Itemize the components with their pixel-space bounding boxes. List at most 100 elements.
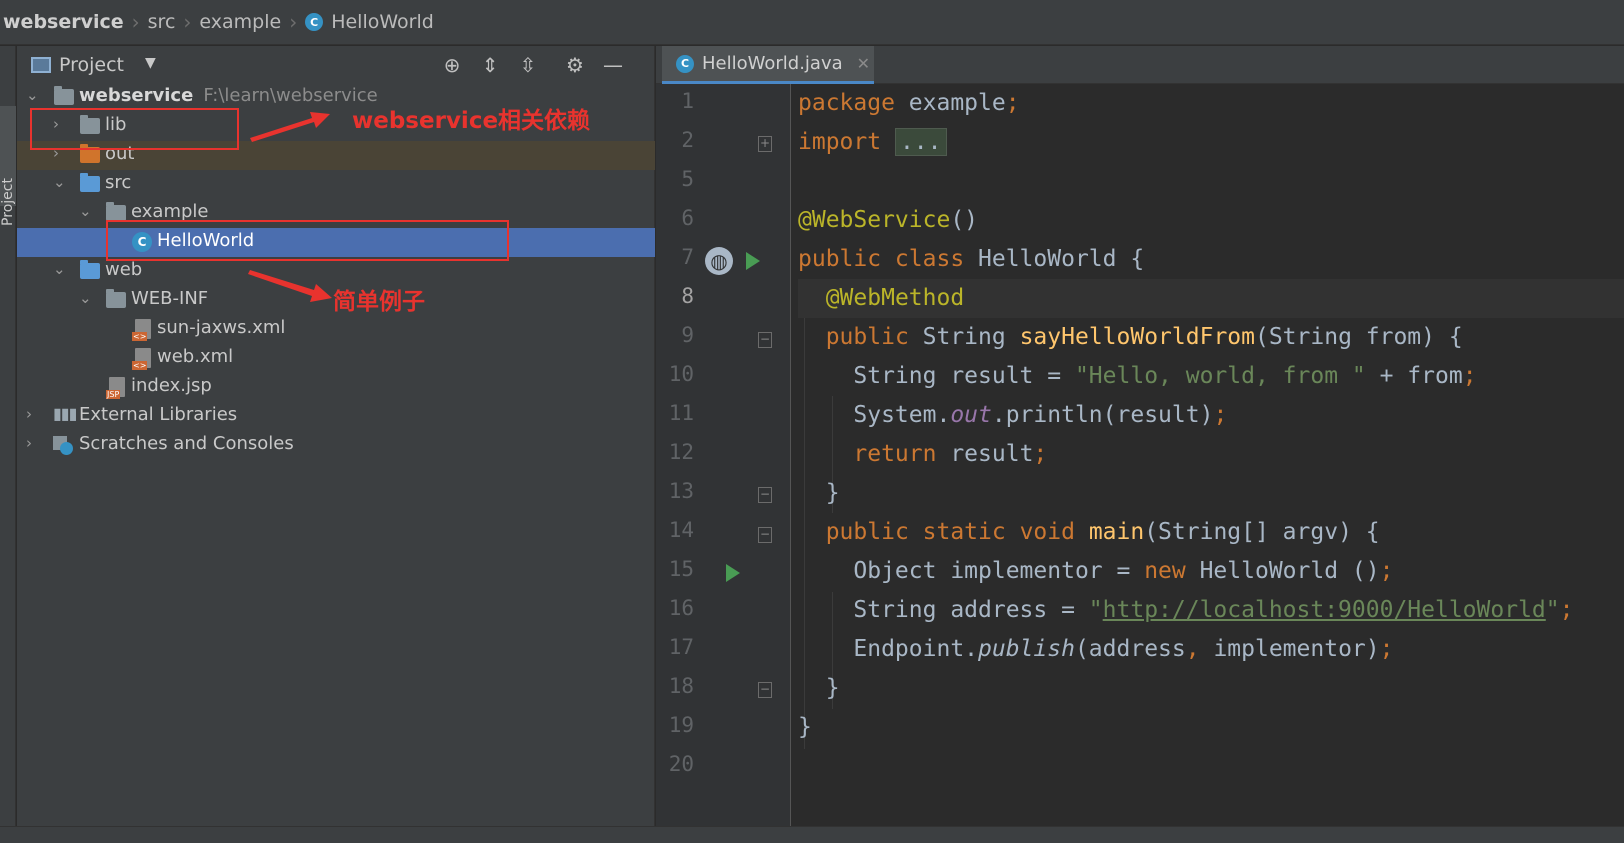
tree-item-src[interactable]: ⌄ src xyxy=(17,170,655,199)
line-number: 9 xyxy=(681,323,694,347)
folder-icon xyxy=(106,289,126,308)
line-number: 1 xyxy=(681,89,694,113)
editor-tab-bar: C HelloWorld.java ✕ xyxy=(656,46,1624,84)
line-number: 14 xyxy=(668,518,694,542)
chevron-down-icon[interactable]: ⌄ xyxy=(53,260,67,278)
breadcrumb-label: HelloWorld xyxy=(331,11,434,33)
line-number: 19 xyxy=(668,713,694,737)
status-bar xyxy=(0,826,1624,843)
line-number: 8 xyxy=(681,284,694,308)
tree-item-index-jsp[interactable]: JSP index.jsp xyxy=(17,373,655,402)
java-class-icon: C xyxy=(676,54,694,73)
code-line-10: String result = "Hello, world, from " + … xyxy=(853,363,1477,389)
fold-icon[interactable]: − xyxy=(758,487,772,503)
tree-item-label: web.xml xyxy=(157,346,234,367)
code-line-7: public class HelloWorld { xyxy=(798,246,1145,272)
chevron-right-icon: › xyxy=(183,10,192,34)
code-line-13: } xyxy=(825,480,840,506)
line-number: 17 xyxy=(668,635,694,659)
chevron-right-icon: › xyxy=(131,10,140,34)
tree-item-label: index.jsp xyxy=(131,375,212,396)
code-area[interactable]: package example; import ... @WebService(… xyxy=(798,84,1624,826)
chevron-down-icon[interactable]: ⌄ xyxy=(53,173,67,191)
fold-icon[interactable]: − xyxy=(758,332,772,348)
tree-item-sun-jaxws-xml[interactable]: <> sun-jaxws.xml xyxy=(17,315,655,344)
line-number: 5 xyxy=(681,167,694,191)
project-title[interactable]: Project xyxy=(59,54,124,76)
expand-all-icon[interactable]: ⇕ xyxy=(477,52,503,78)
code-line-9: public String sayHelloWorldFrom(String f… xyxy=(825,324,1463,350)
code-line-6: @WebService() xyxy=(798,207,979,233)
tool-window-strip: Project xyxy=(0,46,16,826)
tab-helloworld-java[interactable]: C HelloWorld.java ✕ xyxy=(662,46,874,84)
locate-icon[interactable]: ⊕ xyxy=(439,52,465,78)
code-line-14: public static void main(String[] argv) { xyxy=(825,519,1380,545)
line-number: 18 xyxy=(668,674,694,698)
tree-item-label: example xyxy=(131,201,209,222)
xml-file-icon: <> xyxy=(132,348,151,370)
breadcrumb-item-src[interactable]: src xyxy=(148,11,176,33)
annotation-box-lib xyxy=(30,108,239,150)
code-line-2: import ... xyxy=(798,123,947,162)
run-icon[interactable] xyxy=(746,252,760,270)
tab-label: HelloWorld.java xyxy=(702,53,843,74)
package-icon xyxy=(106,202,126,221)
hide-panel-icon[interactable]: — xyxy=(600,52,626,78)
code-line-1: package example; xyxy=(798,90,1020,116)
project-panel: Project ▼ ⊕ ⇕ ⇳ ⚙ — ⌄ webservice F:\learn… xyxy=(17,46,655,826)
chevron-right-icon: › xyxy=(289,10,298,34)
webservice-globe-icon[interactable]: ◍ xyxy=(705,247,733,275)
chevron-down-icon[interactable]: ▼ xyxy=(145,55,156,71)
folded-imports[interactable]: ... xyxy=(894,128,947,156)
tree-item-external-libraries[interactable]: › ▮▮▮ External Libraries xyxy=(17,402,655,431)
line-number: 12 xyxy=(668,440,694,464)
run-icon[interactable] xyxy=(726,564,740,582)
project-tool-window-button[interactable]: Project xyxy=(0,106,16,226)
tree-item-web-xml[interactable]: <> web.xml xyxy=(17,344,655,373)
fold-icon[interactable]: − xyxy=(758,527,772,543)
line-number: 7 xyxy=(681,245,694,269)
annotation-lib-note: webservice相关依赖 xyxy=(352,108,591,134)
gear-icon[interactable]: ⚙ xyxy=(562,52,588,78)
code-line-12: return result; xyxy=(853,441,1048,467)
fold-icon[interactable]: + xyxy=(758,136,772,152)
fold-icon[interactable]: − xyxy=(758,682,772,698)
line-number: 16 xyxy=(668,596,694,620)
line-number: 13 xyxy=(668,479,694,503)
module-folder-icon xyxy=(54,86,74,105)
collapse-all-icon[interactable]: ⇳ xyxy=(515,52,541,78)
jsp-file-icon: JSP xyxy=(106,377,125,399)
code-line-17: Endpoint.publish(address, implementor); xyxy=(853,636,1394,662)
chevron-down-icon[interactable]: ⌄ xyxy=(79,202,93,220)
annotation-arrow-icon xyxy=(248,270,332,302)
chevron-right-icon[interactable]: › xyxy=(26,434,40,452)
line-number: 15 xyxy=(668,557,694,581)
close-icon[interactable]: ✕ xyxy=(857,54,870,73)
chevron-right-icon[interactable]: › xyxy=(26,405,40,423)
breadcrumb-item-example[interactable]: example xyxy=(199,11,281,33)
code-line-16: String address = "http://localhost:9000/… xyxy=(853,597,1574,623)
code-line-11: System.out.println(result); xyxy=(853,402,1228,428)
breadcrumb-item-helloworld[interactable]: C HelloWorld xyxy=(305,11,434,33)
url-link[interactable]: http://localhost:9000/HelloWorld xyxy=(1103,597,1546,623)
line-number: 6 xyxy=(681,206,694,230)
gutter-divider xyxy=(790,84,791,826)
tree-item-label: webservice xyxy=(79,85,194,106)
chevron-down-icon[interactable]: ⌄ xyxy=(79,289,93,307)
tree-item-label: External Libraries xyxy=(79,404,238,425)
project-view-icon xyxy=(31,57,51,73)
tree-item-label: src xyxy=(105,172,132,193)
annotation-box-helloworld xyxy=(106,220,509,261)
breadcrumb: webservice › src › example › C HelloWorl… xyxy=(0,0,1624,45)
line-number: 2 xyxy=(681,128,694,152)
annotation-arrow-icon xyxy=(250,112,330,142)
tree-item-label: Scratches and Consoles xyxy=(79,433,294,454)
java-class-icon: C xyxy=(305,13,324,31)
breadcrumb-item-webservice[interactable]: webservice xyxy=(0,11,124,33)
annotation-helloworld-note: 简单例子 xyxy=(333,289,425,315)
scratches-icon xyxy=(53,436,73,455)
tree-item-scratches[interactable]: › Scratches and Consoles xyxy=(17,431,655,460)
chevron-down-icon[interactable]: ⌄ xyxy=(26,86,40,104)
line-number: 11 xyxy=(668,401,694,425)
code-editor: C HelloWorld.java ✕ 1 2 5 6 7 8 9 10 11 … xyxy=(656,46,1624,826)
